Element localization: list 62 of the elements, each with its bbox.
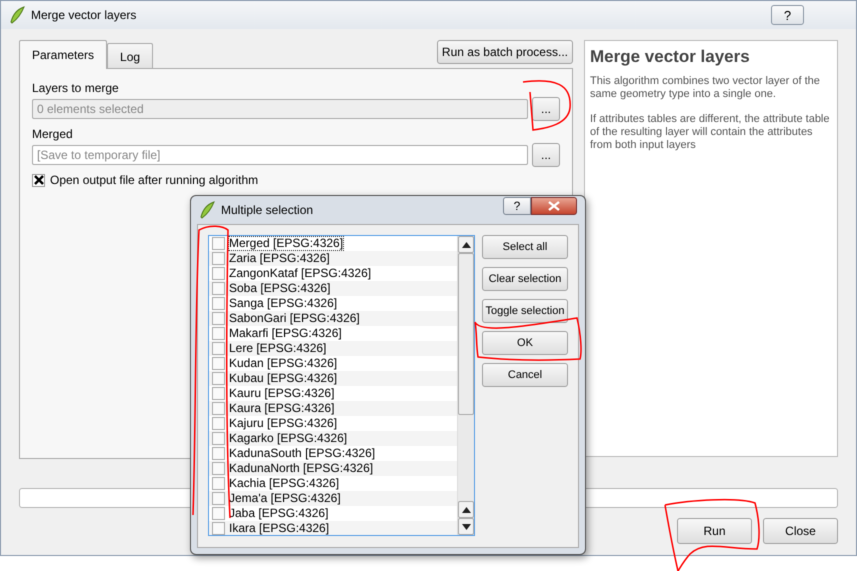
help-button[interactable]: ?	[503, 197, 531, 215]
checkbox[interactable]	[212, 342, 225, 355]
list-item[interactable]: Kajuru [EPSG:4326]	[229, 417, 338, 430]
checkbox[interactable]	[212, 267, 225, 280]
scrollbar[interactable]	[457, 236, 474, 535]
dialog-button[interactable]: Cancel	[482, 363, 568, 387]
help-text: If attributes tables are different, the attribute table of the resulting layer will contain the attributes from both input layers	[590, 113, 830, 152]
checkbox[interactable]	[212, 522, 225, 535]
browse-button[interactable]: ...	[532, 143, 560, 167]
dialog-button[interactable]: Run	[677, 518, 752, 544]
close-icon[interactable]	[548, 201, 560, 211]
tab[interactable]: Parameters	[19, 40, 108, 69]
dialog-button[interactable]: OK	[482, 331, 568, 355]
help-title: Merge vector layers	[590, 47, 751, 67]
checkbox[interactable]	[212, 387, 225, 400]
tab[interactable]: Log	[107, 43, 154, 69]
help-button[interactable]: ?	[771, 5, 804, 25]
checkbox-label: Open output file after running algorithm	[50, 173, 258, 187]
dialog-button[interactable]: Select all	[482, 235, 568, 259]
checkbox[interactable]	[212, 507, 225, 520]
checkbox[interactable]	[212, 327, 225, 340]
list-item[interactable]: Makarfi [EPSG:4326]	[229, 327, 342, 340]
browse-button[interactable]: ...	[532, 97, 560, 121]
field-label: Merged	[32, 127, 74, 143]
annotation-stroke	[522, 80, 571, 131]
scroll-up-icon[interactable]	[458, 236, 474, 253]
window-title: Merge vector layers	[31, 8, 136, 22]
checkbox[interactable]	[212, 237, 225, 250]
checkbox[interactable]	[212, 312, 225, 325]
scroll-down-icon[interactable]	[458, 518, 474, 535]
leaf-icon	[9, 6, 25, 24]
list-item[interactable]: Kudan [EPSG:4326]	[229, 357, 338, 370]
list-item[interactable]: Kauru [EPSG:4326]	[229, 387, 334, 400]
checkbox[interactable]	[212, 282, 225, 295]
checkbox[interactable]	[212, 477, 225, 490]
leaf-icon	[199, 201, 215, 219]
help-text: This algorithm combines two vector layer of the same geometry type into a single one.	[590, 75, 821, 101]
output-field[interactable]: [Save to temporary file]	[32, 145, 528, 165]
field-label: Layers to merge	[32, 81, 120, 97]
list-item[interactable]: ZangonKataf [EPSG:4326]	[229, 267, 372, 280]
close-button[interactable]	[531, 197, 577, 215]
dialog-button[interactable]: Toggle selection	[482, 299, 568, 323]
checkbox[interactable]	[212, 297, 225, 310]
checkbox[interactable]	[212, 447, 225, 460]
list-item[interactable]: Sanga [EPSG:4326]	[229, 297, 338, 310]
checkbox[interactable]	[32, 174, 45, 186]
checkbox[interactable]	[212, 402, 225, 415]
checkbox[interactable]	[212, 462, 225, 475]
checkbox[interactable]	[212, 252, 225, 265]
dialog-title: Multiple selection	[221, 203, 314, 217]
dialog-button[interactable]: Clear selection	[482, 267, 568, 291]
checkbox[interactable]	[212, 432, 225, 445]
batch-button[interactable]: Run as batch process...	[436, 40, 573, 64]
checkbox[interactable]	[212, 357, 225, 370]
checkbox[interactable]	[212, 372, 225, 385]
list-item[interactable]: Kachia [EPSG:4326]	[229, 477, 340, 490]
list-item[interactable]: Merged [EPSG:4326]	[229, 237, 344, 250]
list-item[interactable]: KadunaSouth [EPSG:4326]	[229, 447, 376, 460]
scroll-up-icon[interactable]	[458, 501, 474, 518]
dialog-button[interactable]: Close	[763, 518, 838, 544]
checkbox[interactable]	[212, 417, 225, 430]
checkbox[interactable]	[212, 492, 225, 505]
